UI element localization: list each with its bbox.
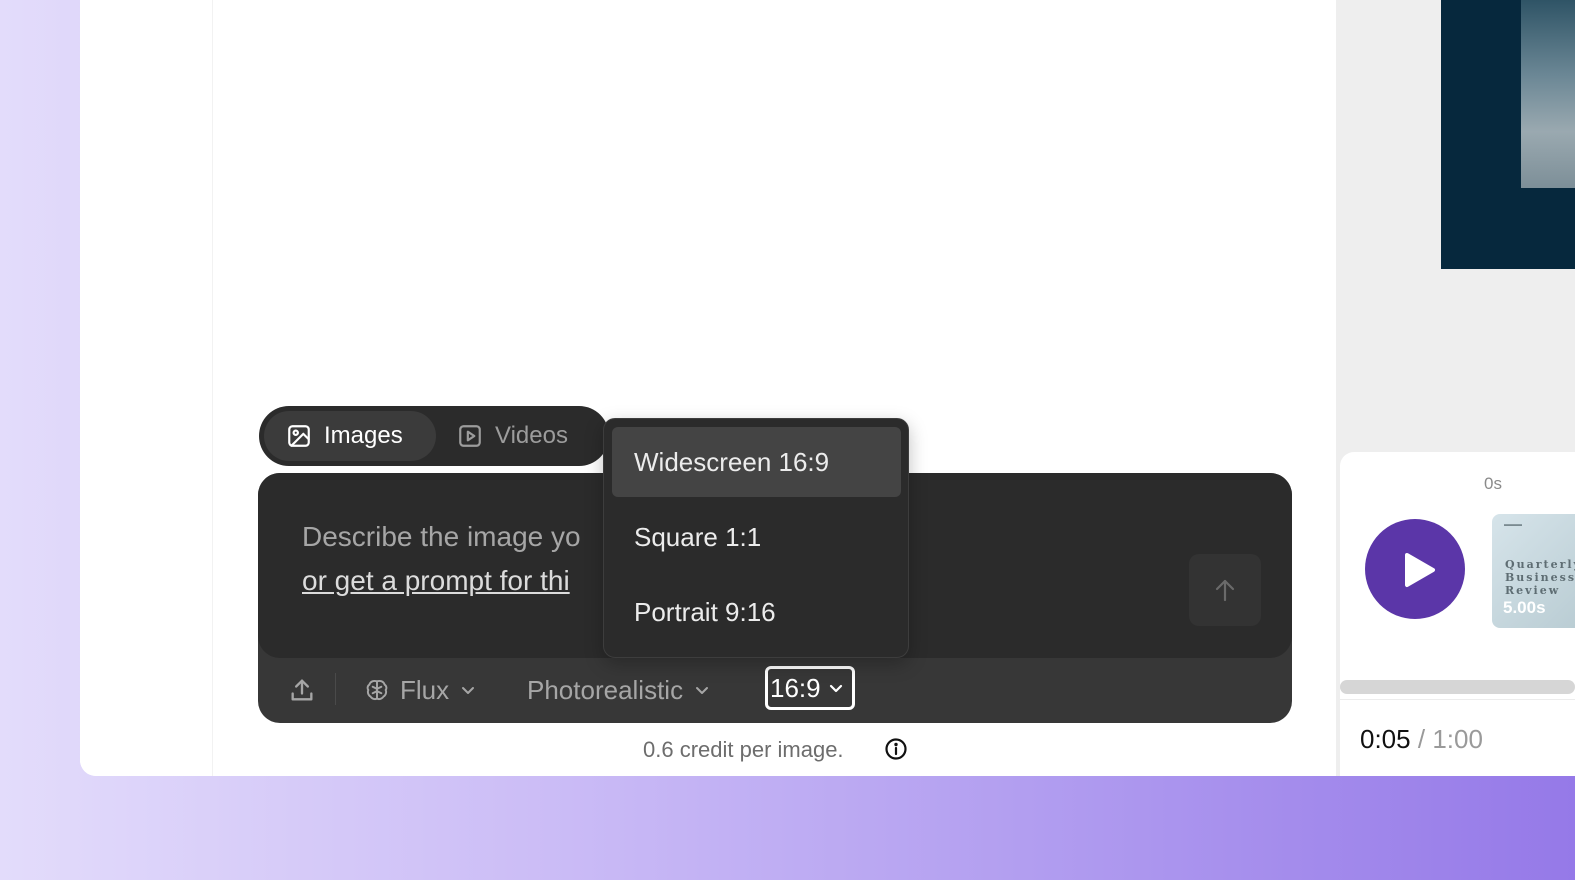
chevron-down-icon <box>827 673 845 704</box>
menu-item-widescreen[interactable]: Widescreen 16:9 <box>612 427 901 497</box>
chevron-down-icon <box>693 675 711 706</box>
menu-item-label: Widescreen 16:9 <box>634 446 830 477</box>
menu-item-label: Portrait 9:16 <box>634 596 776 627</box>
composer-toolbar: Flux Photorealistic 16:9 <box>258 658 1292 723</box>
right-panel: 0s ▬▬▬ Quarterly Business Review 5.00s 0… <box>1336 0 1575 776</box>
thumbnail-duration: 5.00s <box>1503 598 1546 617</box>
tab-videos-label: Videos <box>495 422 568 449</box>
brain-icon <box>364 677 390 703</box>
style-select[interactable]: Photorealistic <box>527 672 711 708</box>
aspect-ratio-label: 16:9 <box>770 672 821 703</box>
model-select-label: Flux <box>400 674 450 705</box>
play-icon <box>1405 553 1435 587</box>
style-select-label: Photorealistic <box>527 674 684 705</box>
total-time: 1:00 <box>1432 724 1483 754</box>
timeline-marker: 0s <box>1484 474 1502 493</box>
menu-item-label: Square 1:1 <box>634 521 762 552</box>
timeline-scrollbar[interactable] <box>1340 680 1575 694</box>
aspect-ratio-select[interactable]: 16:9 <box>765 666 855 710</box>
play-button[interactable] <box>1365 519 1465 619</box>
tab-videos[interactable]: Videos <box>445 411 595 461</box>
arrow-up-icon <box>1215 579 1235 602</box>
image-icon <box>286 423 312 449</box>
model-select[interactable]: Flux <box>364 672 477 708</box>
timeline-panel: 0s ▬▬▬ Quarterly Business Review 5.00s 0… <box>1340 452 1575 776</box>
video-icon <box>457 423 483 449</box>
get-prompt-link[interactable]: or get a prompt for thi <box>302 565 570 597</box>
info-icon[interactable] <box>884 737 908 761</box>
preview-photo <box>1521 0 1575 188</box>
prompt-input-placeholder[interactable]: Describe the image yo <box>302 521 581 553</box>
send-button[interactable] <box>1189 554 1261 626</box>
scene-thumbnail[interactable]: ▬▬▬ Quarterly Business Review 5.00s <box>1492 514 1575 628</box>
thumbnail-decoration: ▬▬▬ <box>1504 522 1522 528</box>
timecode: 0:05 / 1:00 <box>1360 724 1483 755</box>
tab-images-label: Images <box>324 422 403 449</box>
upload-icon[interactable] <box>288 676 316 704</box>
left-column <box>80 0 213 776</box>
tab-images[interactable]: Images <box>264 411 436 461</box>
time-separator: / <box>1417 724 1426 754</box>
current-time: 0:05 <box>1360 724 1411 754</box>
aspect-ratio-menu: Widescreen 16:9 Square 1:1 Portrait 9:16 <box>603 418 909 658</box>
mode-tabs: Images Videos <box>259 406 609 466</box>
menu-item-portrait[interactable]: Portrait 9:16 <box>612 577 901 647</box>
credit-note: 0.6 credit per image. <box>643 737 844 762</box>
preview-image[interactable] <box>1441 0 1575 269</box>
chevron-down-icon <box>459 675 477 706</box>
divider <box>1340 699 1575 700</box>
toolbar-divider <box>335 673 336 705</box>
thumbnail-title: Quarterly Business Review <box>1505 558 1575 597</box>
menu-item-square[interactable]: Square 1:1 <box>612 502 901 572</box>
